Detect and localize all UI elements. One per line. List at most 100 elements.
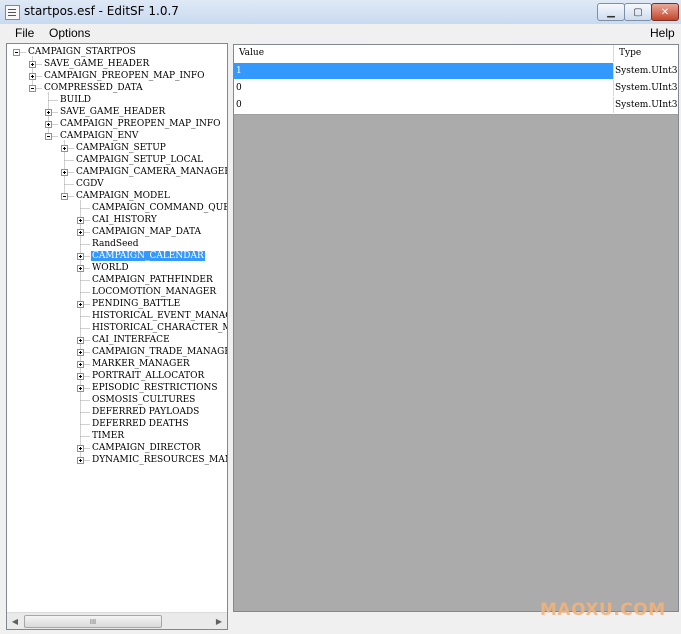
tree-node[interactable]: CGDV: [75, 178, 105, 190]
tree-node[interactable]: PENDING_BATTLE: [91, 298, 181, 310]
tree-node[interactable]: CAMPAIGN_COMMAND_QUEU: [91, 202, 227, 214]
tree-node-label: DYNAMIC_RESOURCES_MAN: [92, 455, 228, 465]
menu-file[interactable]: File: [15, 26, 34, 40]
tree-node[interactable]: COMPRESSED_DATA: [43, 82, 144, 94]
collapse-minus-icon[interactable]: [45, 133, 52, 140]
expand-plus-icon[interactable]: [77, 337, 84, 344]
tree-node-label: DEFERRED DEATHS: [92, 419, 189, 429]
scroll-thumb[interactable]: III: [24, 615, 162, 628]
tree-node[interactable]: CAMPAIGN_PREOPEN_MAP_INFO: [59, 118, 222, 130]
tree-node[interactable]: CAMPAIGN_DIRECTOR: [91, 442, 202, 454]
expand-plus-icon[interactable]: [61, 145, 68, 152]
tree-node[interactable]: WORLD: [91, 262, 130, 274]
menu-options[interactable]: Options: [49, 26, 90, 40]
tree-node[interactable]: CAMPAIGN_MAP_DATA: [91, 226, 202, 238]
expand-plus-icon[interactable]: [77, 385, 84, 392]
cell-value[interactable]: 0: [234, 80, 614, 96]
close-button[interactable]: ✕: [651, 3, 679, 21]
tree-node-label: CGDV: [76, 179, 104, 189]
tree-node-label: OSMOSIS_CULTURES: [92, 395, 196, 405]
scroll-left-arrow-icon[interactable]: ◀: [7, 613, 23, 629]
expand-plus-icon[interactable]: [77, 457, 84, 464]
tree-node[interactable]: CAMPAIGN_SETUP_LOCAL: [75, 154, 204, 166]
horizontal-scrollbar[interactable]: ◀ III ▶: [7, 612, 227, 629]
tree-node[interactable]: CAMPAIGN_MODEL: [75, 190, 171, 202]
cell-type: System.UInt32: [615, 66, 678, 76]
grid-row[interactable]: 0 System.UInt32: [234, 80, 678, 98]
tree-node-label: CAMPAIGN_MAP_DATA: [92, 227, 201, 237]
tree-node-label: CAMPAIGN_ENV: [60, 131, 139, 141]
tree-node[interactable]: CAMPAIGN_CAMERA_MANAGER: [75, 166, 228, 178]
maximize-button[interactable]: ▢: [624, 3, 652, 21]
expand-plus-icon[interactable]: [45, 109, 52, 116]
menu-help[interactable]: Help: [650, 26, 675, 40]
expand-plus-icon[interactable]: [77, 373, 84, 380]
expand-plus-icon[interactable]: [77, 349, 84, 356]
tree-node[interactable]: SAVE_GAME_HEADER: [59, 106, 166, 118]
tree-node[interactable]: CAMPAIGN_SETUP: [75, 142, 167, 154]
grid-row[interactable]: 1 System.UInt32: [234, 63, 678, 81]
tree-node[interactable]: CAMPAIGN_STARTPOS: [27, 46, 137, 58]
tree-node[interactable]: RandSeed: [91, 238, 140, 250]
watermark: MAOXU.COM: [540, 600, 666, 620]
collapse-minus-icon[interactable]: [13, 49, 20, 56]
scroll-right-arrow-icon[interactable]: ▶: [211, 613, 227, 629]
column-header-value[interactable]: Value: [234, 45, 614, 62]
expand-plus-icon[interactable]: [77, 217, 84, 224]
expand-plus-icon[interactable]: [77, 445, 84, 452]
tree-node-label: CAMPAIGN_PREOPEN_MAP_INFO: [44, 71, 205, 81]
tree-node-label: CAI_INTERFACE: [92, 335, 170, 345]
tree-node-label: CAMPAIGN_TRADE_MANAGE: [92, 347, 228, 357]
menu-bar: File Options Help: [0, 24, 681, 42]
app-icon: [5, 5, 20, 20]
tree-node[interactable]: OSMOSIS_CULTURES: [91, 394, 196, 406]
tree-node[interactable]: DEFERRED PAYLOADS: [91, 406, 200, 418]
expand-plus-icon[interactable]: [29, 73, 36, 80]
tree-node[interactable]: CAMPAIGN_PREOPEN_MAP_INFO: [43, 70, 206, 82]
tree-node[interactable]: CAI_HISTORY: [91, 214, 158, 226]
tree-node[interactable]: CAMPAIGN_ENV: [59, 130, 139, 142]
tree-node-label: CAMPAIGN_STARTPOS: [28, 47, 136, 57]
tree-node[interactable]: BUILD: [59, 94, 92, 106]
expand-plus-icon[interactable]: [77, 229, 84, 236]
tree-node-label: SAVE_GAME_HEADER: [44, 59, 150, 69]
expand-plus-icon[interactable]: [77, 265, 84, 272]
tree-node[interactable]: CAMPAIGN_TRADE_MANAGE: [91, 346, 228, 358]
tree-view[interactable]: CAMPAIGN_STARTPOS SAVE_GAME_HEADER CAMPAIG…: [6, 43, 228, 630]
tree-node[interactable]: DEFERRED DEATHS: [91, 418, 190, 430]
property-grid: Value Type 1 System.UInt32 0 System.UInt32 0…: [233, 44, 679, 612]
expand-plus-icon[interactable]: [45, 121, 52, 128]
tree-node[interactable]: LOCOMOTION_MANAGER: [91, 286, 217, 298]
expand-plus-icon[interactable]: [77, 301, 84, 308]
tree-node[interactable]: DYNAMIC_RESOURCES_MAN: [91, 454, 228, 466]
column-header-type[interactable]: Type: [614, 45, 678, 62]
tree-node-label: CAMPAIGN_SETUP: [76, 143, 166, 153]
tree-node[interactable]: EPISODIC_RESTRICTIONS: [91, 382, 219, 394]
cell-value[interactable]: 0: [234, 97, 614, 113]
tree-node[interactable]: CAMPAIGN_PATHFINDER: [91, 274, 214, 286]
tree-node[interactable]: PORTRAIT_ALLOCATOR: [91, 370, 205, 382]
expand-plus-icon[interactable]: [77, 361, 84, 368]
tree-node[interactable]: HISTORICAL_CHARACTER_M: [91, 322, 227, 334]
grid-row[interactable]: 0 System.UInt32: [234, 97, 678, 115]
collapse-minus-icon[interactable]: [61, 193, 68, 200]
expand-plus-icon[interactable]: [29, 61, 36, 68]
expand-plus-icon[interactable]: [61, 169, 68, 176]
tree-node-label: WORLD: [92, 263, 129, 273]
cell-type: System.UInt32: [615, 83, 678, 93]
tree-node[interactable]: MARKER_MANAGER: [91, 358, 191, 370]
tree-node-label: PENDING_BATTLE: [92, 299, 181, 309]
tree-node[interactable]: HISTORICAL_EVENT_MANAG: [91, 310, 227, 322]
tree-node[interactable]: TIMER: [91, 430, 125, 442]
minimize-button[interactable]: ▁: [597, 3, 625, 21]
cell-value[interactable]: 1: [234, 63, 614, 79]
tree-node-label: TIMER: [92, 431, 125, 441]
tree-node[interactable]: SAVE_GAME_HEADER: [43, 58, 150, 70]
tree-node-label: SAVE_GAME_HEADER: [60, 107, 166, 117]
collapse-minus-icon[interactable]: [29, 85, 36, 92]
expand-plus-icon[interactable]: [77, 253, 84, 260]
tree-node-label: CAMPAIGN_CAMERA_MANAGER: [76, 167, 228, 177]
tree-node[interactable]: CAI_INTERFACE: [91, 334, 171, 346]
tree-node[interactable]: CAMPAIGN_CALENDAR: [91, 250, 205, 262]
tree-node-label: LOCOMOTION_MANAGER: [92, 287, 217, 297]
